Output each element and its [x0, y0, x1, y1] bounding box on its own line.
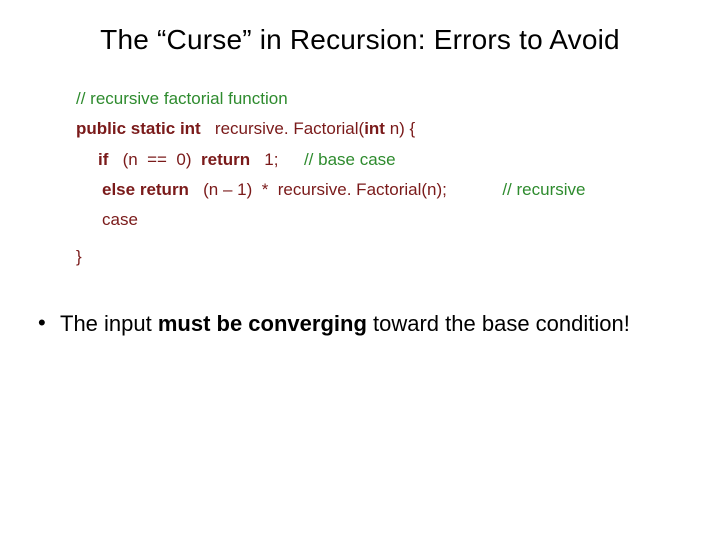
code-case: case [76, 207, 656, 233]
slide-title: The “Curse” in Recursion: Errors to Avoi… [24, 24, 696, 56]
code-closebrace: } [76, 244, 656, 270]
fn-name: recursive. Factorial( [215, 119, 364, 138]
sp [205, 119, 214, 138]
bullet-dot: • [38, 310, 60, 336]
kw-else: else [102, 180, 135, 199]
bullet-list: • The input must be converging toward th… [38, 310, 696, 338]
code-block: // recursive factorial function public s… [76, 86, 656, 270]
else-expr: (n – 1) * recursive. Factorial(n); [194, 180, 452, 199]
base-case-comment: // base case [304, 150, 396, 169]
kw-return2: return [140, 180, 189, 199]
bullet-text: The input must be converging toward the … [60, 310, 696, 338]
ret-val: 1; [255, 150, 283, 169]
code-if-line: if (n == 0) return 1; // base case [76, 147, 656, 173]
param-tail: n) { [385, 119, 415, 138]
if-cond: (n == 0) [113, 150, 201, 169]
code-else-line: else return (n – 1) * recursive. Factori… [76, 177, 656, 203]
kw-int2: int [364, 119, 385, 138]
kw-static: static [131, 119, 175, 138]
code-comment: // recursive factorial function [76, 86, 656, 112]
kw-return: return [201, 150, 250, 169]
slide: The “Curse” in Recursion: Errors to Avoi… [0, 0, 720, 540]
bullet-pre: The input [60, 311, 158, 336]
code-signature: public static int recursive. Factorial(i… [76, 116, 656, 142]
bullet-post: toward the base condition! [367, 311, 630, 336]
kw-if: if [98, 150, 108, 169]
kw-public: public [76, 119, 126, 138]
kw-int: int [180, 119, 201, 138]
bullet-strong: must be converging [158, 311, 367, 336]
bullet-item: • The input must be converging toward th… [38, 310, 696, 338]
recursive-comment: // recursive [502, 180, 585, 199]
